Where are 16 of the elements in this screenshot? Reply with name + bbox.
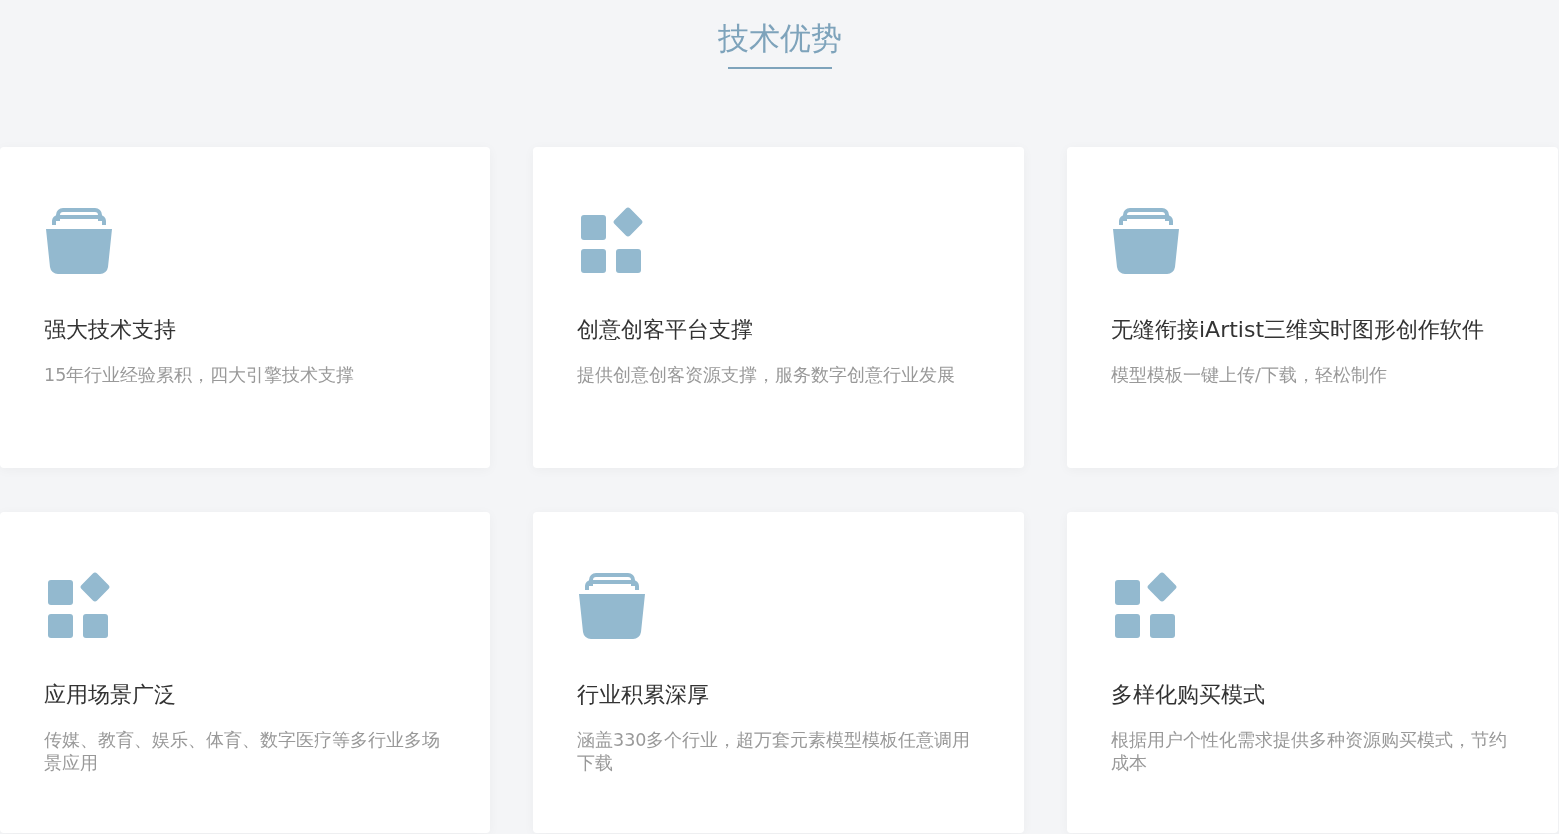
basket-icon — [44, 207, 114, 275]
card-title: 应用场景广泛 — [44, 681, 176, 709]
card-title: 多样化购买模式 — [1111, 681, 1265, 709]
card-title: 行业积累深厚 — [577, 681, 709, 709]
card-title: 创意创客平台支撑 — [577, 316, 753, 344]
card-description: 模型模板一键上传/下载，轻松制作 — [1111, 364, 1388, 387]
card-description: 涵盖330多个行业，超万套元素模型模板任意调用下载 — [577, 729, 972, 775]
card-title: 强大技术支持 — [44, 316, 176, 344]
card-title: 无缝衔接iArtist三维实时图形创作软件 — [1111, 316, 1485, 344]
card-description: 传媒、教育、娱乐、体育、数字医疗等多行业多场景应用 — [44, 729, 441, 775]
card-description: 根据用户个性化需求提供多种资源购买模式，节约成本 — [1111, 729, 1508, 775]
basket-icon — [1111, 207, 1181, 275]
card-description: 提供创意创客资源支撑，服务数字创意行业发展 — [577, 364, 956, 387]
section-heading: 技术优势 — [717, 19, 842, 58]
card-description: 15年行业经验累积，四大引擎技术支撑 — [44, 364, 356, 387]
basket-icon — [577, 572, 647, 640]
